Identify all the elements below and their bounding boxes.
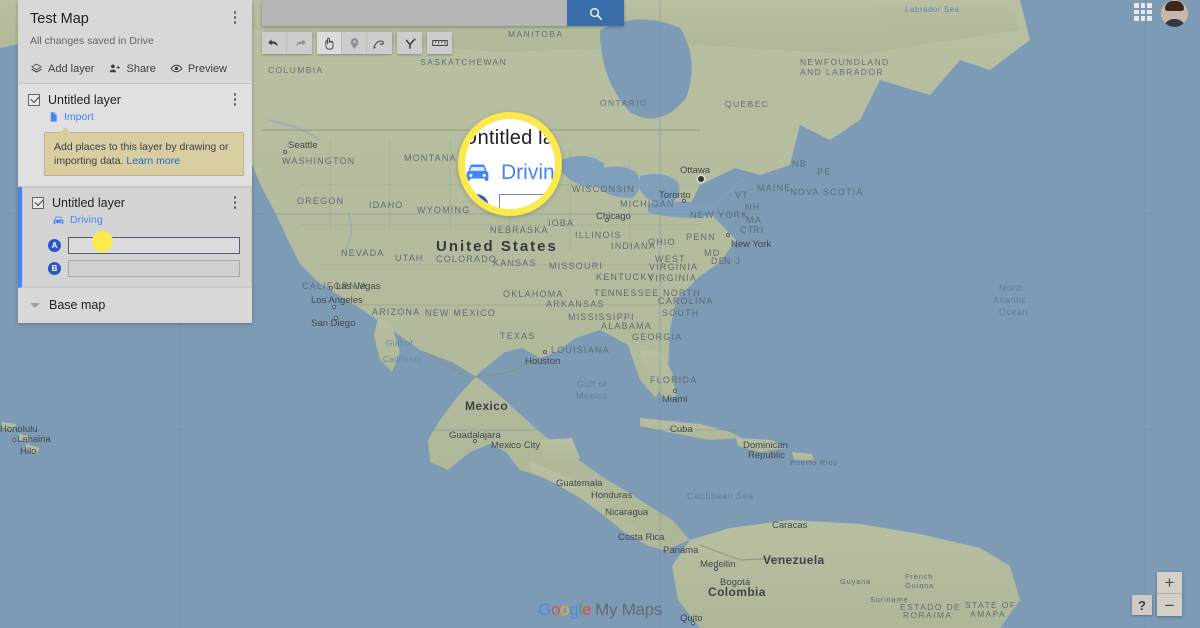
magnifier-callout: Untitled la Driving [458, 112, 562, 216]
add-layer-label: Add layer [48, 62, 95, 75]
google-my-maps-logo: Google My Maps [538, 600, 662, 620]
draw-line-button[interactable] [367, 32, 392, 54]
capital-dot-0 [698, 176, 704, 182]
city-dot-1 [329, 286, 333, 290]
city-dot-15 [12, 438, 16, 442]
waypoint-marker-b: B [48, 262, 61, 275]
city-dot-0 [283, 150, 287, 154]
layer-1-header: Untitled layer [18, 84, 252, 111]
logo-suffix: My Maps [595, 600, 662, 619]
layer-1-options-kebab-icon[interactable] [228, 93, 242, 111]
city-dot-5 [673, 389, 677, 393]
city-dot-2 [332, 305, 336, 309]
city-dot-13 [691, 621, 695, 625]
layer-1-visibility-checkbox[interactable] [28, 94, 40, 106]
undo-button[interactable] [262, 32, 287, 54]
layer-item-2[interactable]: Untitled layer Driving A B [18, 187, 252, 288]
base-map-row[interactable]: Base map [18, 288, 252, 323]
directions-fork-icon [405, 37, 416, 49]
magnifier-travel-mode: Driving [465, 161, 562, 185]
city-dot-6 [605, 218, 609, 222]
toolbar-group-measure [427, 32, 452, 54]
sidebar-header: Test Map All changes saved in Drive [18, 0, 252, 55]
undo-arrow-icon [268, 39, 278, 47]
share-button[interactable]: Share [108, 62, 156, 75]
travel-mode-row[interactable]: Driving [22, 214, 252, 235]
zoom-in-button[interactable]: + [1157, 572, 1182, 594]
city-dot-4 [543, 350, 547, 354]
layer-item-1[interactable]: Untitled layer Import Add places to this… [18, 84, 252, 187]
magnifier-layer-title: Untitled la [463, 127, 555, 149]
layer-1-import-row[interactable]: Import [18, 111, 252, 132]
share-label: Share [126, 62, 156, 75]
logo-letter-o2: o [560, 600, 570, 619]
add-directions-button[interactable] [397, 32, 422, 54]
zoom-out-button[interactable]: − [1157, 594, 1182, 616]
layer-1-name[interactable]: Untitled layer [48, 93, 121, 107]
search-input[interactable] [262, 0, 567, 26]
learn-more-link[interactable]: Learn more [126, 155, 180, 167]
layer-2-visibility-checkbox[interactable] [32, 197, 44, 209]
eye-icon [170, 64, 183, 73]
caret-down-icon[interactable] [30, 302, 40, 308]
toolbar-group-directions [397, 32, 422, 54]
waypoint-row-a: A [22, 235, 252, 258]
avatar-hair [1165, 1, 1184, 11]
user-avatar[interactable] [1161, 0, 1188, 27]
add-marker-button[interactable] [342, 32, 367, 54]
toolbar-group-draw [317, 32, 392, 54]
city-dot-7 [682, 199, 686, 203]
car-icon [466, 164, 489, 181]
magnifier-source-dot [92, 231, 113, 252]
sidebar-action-bar: Add layer Share Preview [18, 55, 252, 84]
toolbar-group-history [262, 32, 312, 54]
logo-letter-g: G [538, 600, 551, 619]
map-search-bar[interactable] [262, 0, 624, 26]
person-add-icon [110, 64, 121, 73]
apps-grid-icon[interactable] [1134, 3, 1152, 21]
map-pin-icon [350, 37, 358, 49]
layer-1-import-label[interactable]: Import [64, 111, 94, 123]
city-dot-3 [334, 316, 338, 320]
map-edit-toolbar[interactable] [262, 32, 452, 54]
travel-mode-label[interactable]: Driving [70, 214, 103, 226]
ruler-icon [431, 40, 448, 46]
map-options-kebab-icon[interactable] [228, 11, 242, 29]
avatar-body [1163, 19, 1186, 27]
select-tool-button[interactable] [317, 32, 342, 54]
layer-help-tooltip: Add places to this layer by drawing or i… [44, 127, 244, 176]
waypoint-row-b: B [22, 258, 252, 287]
add-layer-button[interactable]: Add layer [30, 62, 94, 75]
logo-letter-e: e [581, 600, 592, 619]
waypoint-input-b[interactable] [68, 260, 240, 277]
map-sidebar-panel[interactable]: Test Map All changes saved in Drive Add … [18, 0, 252, 323]
city-dot-12 [714, 567, 718, 571]
save-status-text: All changes saved in Drive [30, 35, 154, 47]
hand-pointer-icon [324, 37, 333, 50]
draw-line-icon [373, 39, 384, 49]
city-dot-9 [473, 439, 477, 443]
layers-icon [31, 63, 42, 73]
layer-2-name[interactable]: Untitled layer [52, 196, 125, 210]
layer-2-options-kebab-icon[interactable] [228, 196, 242, 214]
waypoint-marker-a: A [48, 239, 61, 252]
redo-arrow-icon [295, 39, 306, 47]
car-icon [53, 216, 64, 224]
search-button[interactable] [567, 0, 624, 26]
measure-distance-button[interactable] [427, 32, 452, 54]
zoom-controls[interactable]: + − [1157, 572, 1182, 616]
base-map-label: Base map [49, 298, 106, 312]
search-icon [590, 7, 602, 20]
help-button[interactable]: ? [1132, 595, 1152, 615]
redo-button[interactable] [287, 32, 312, 54]
city-dot-8 [726, 233, 730, 237]
logo-letter-o1: o [550, 600, 561, 619]
layer-2-header: Untitled layer [22, 187, 252, 214]
import-file-icon [50, 112, 57, 122]
preview-label: Preview [187, 62, 227, 75]
magnifier-mode-label: Driving [501, 161, 562, 184]
map-title[interactable]: Test Map [30, 10, 240, 28]
preview-button[interactable]: Preview [170, 62, 227, 75]
